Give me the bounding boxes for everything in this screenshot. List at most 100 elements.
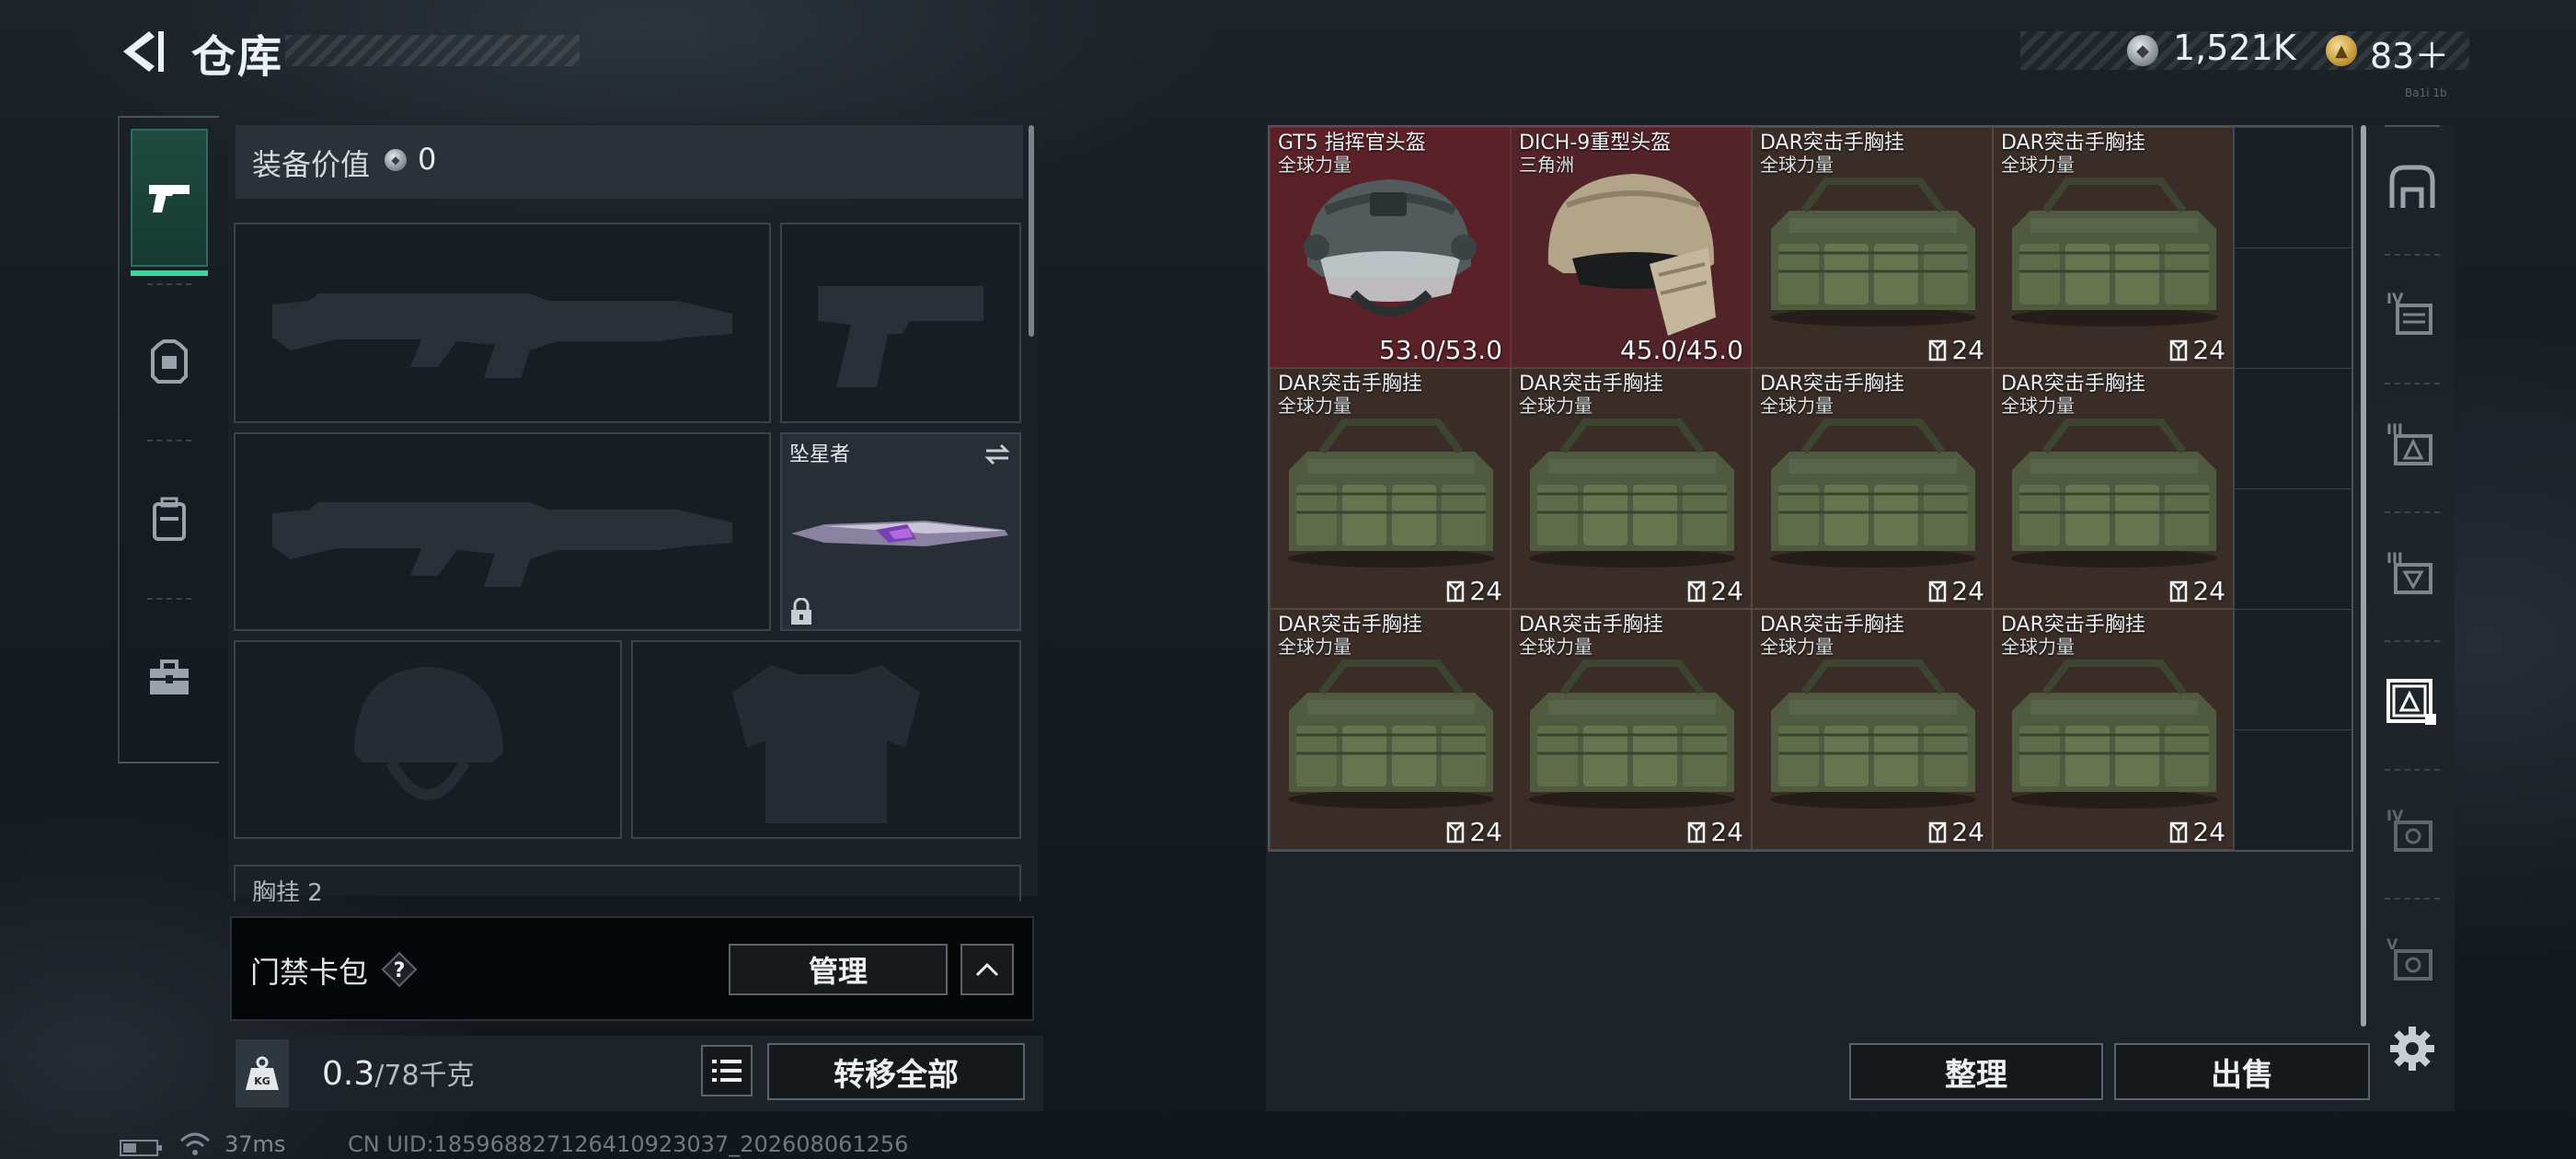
weight-icon: KG [246, 1056, 279, 1090]
filter-tier3-rig[interactable]: III [2383, 416, 2442, 475]
sell-button[interactable]: 出售 [2114, 1043, 2370, 1100]
battery-icon [120, 1140, 162, 1156]
equipment-scrollbar[interactable] [1029, 125, 1034, 337]
capacity-icon [1688, 821, 1706, 843]
swap-icon[interactable] [983, 442, 1012, 467]
stash-item-chest-rig[interactable]: DAR突击手胸挂 全球力量 24 [1993, 368, 2234, 609]
sidearm-slot[interactable] [780, 223, 1021, 423]
capacity-icon [1447, 821, 1465, 843]
item-name: DICH-9重型头盔 [1519, 132, 1672, 155]
filter-tier4-backpack[interactable]: IV [2383, 802, 2442, 861]
item-durability: 45.0/45.0 [1619, 335, 1743, 365]
capacity-icon [1929, 821, 1947, 843]
helmet-dich-image [1547, 174, 1716, 336]
item-capacity: 24 [1686, 817, 1743, 847]
item-faction: 全球力量 [1760, 154, 1834, 176]
item-capacity: 24 [2168, 335, 2225, 365]
stash-scrollbar[interactable] [2361, 125, 2366, 1027]
weight-capacity: /78千克 [374, 1060, 475, 1092]
expand-button[interactable] [960, 944, 1014, 995]
lock-icon [791, 598, 811, 625]
weight-value: 0.3/78千克 [322, 1052, 475, 1093]
chest-rig-section[interactable]: 胸挂 2 [234, 865, 1021, 901]
stash-item-chest-rig[interactable]: DAR突击手胸挂 全球力量 24 [1270, 609, 1511, 850]
tier-3-rig-filter-icon-2: III [2386, 549, 2432, 594]
settings-button[interactable] [2383, 1019, 2442, 1078]
rig-filter-selected-icon [2386, 679, 2436, 725]
item-capacity: 24 [1445, 576, 1502, 606]
help-button[interactable]: ? [381, 951, 418, 988]
primary-weapon-slot-1[interactable] [234, 223, 771, 423]
item-capacity-value: 24 [2192, 817, 2225, 847]
helmet-slot[interactable] [234, 640, 622, 839]
primary-weapon-slot-2[interactable] [234, 432, 771, 631]
item-faction: 全球力量 [1760, 636, 1834, 658]
equipment-value-amount: 0 [418, 142, 437, 177]
category-case[interactable] [131, 609, 208, 747]
body-armor-slot[interactable] [631, 640, 1021, 839]
stash-item-chest-rig[interactable]: DAR突击手胸挂 全球力量 24 [1752, 127, 1993, 368]
item-faction: 全球力量 [1760, 395, 1834, 417]
item-faction: 全球力量 [1519, 636, 1593, 658]
filter-tier5-backpack[interactable]: V [2383, 931, 2442, 990]
filter-tier4-armor[interactable]: IV [2383, 285, 2442, 344]
stash-item-chest-rig[interactable]: DAR突击手胸挂 全球力量 24 [1993, 609, 2234, 850]
stash-item-chest-rig[interactable]: DAR突击手胸挂 全球力量 24 [1752, 368, 1993, 609]
chest-rig-image [2011, 178, 2217, 327]
stash-item-helmet[interactable]: GT5 指挥官头盔 全球力量 53.0/53.0 [1270, 127, 1511, 368]
filter-rig-selected[interactable] [2383, 673, 2442, 732]
chest-rig-image [1770, 660, 1976, 809]
chest-rig-image [2011, 419, 2217, 568]
capacity-icon [1688, 580, 1706, 602]
filter-separator [2385, 383, 2440, 384]
capacity-icon [2170, 339, 2188, 361]
filter-separator [2385, 898, 2440, 900]
chest-rig-image [1529, 660, 1735, 809]
keycard-wallet-label: 门禁卡包 [250, 955, 369, 990]
item-capacity: 24 [1927, 576, 1984, 606]
item-faction: 全球力量 [2001, 636, 2075, 658]
back-arrow-icon [123, 31, 164, 72]
tier-5-backpack-filter-icon: V [2386, 935, 2432, 981]
stash-item-chest-rig[interactable]: DAR突击手胸挂 全球力量 24 [1511, 609, 1752, 850]
stash-item-chest-rig[interactable]: DAR突击手胸挂 全球力量 24 [1752, 609, 1993, 850]
filter-safe-box[interactable] [2383, 158, 2442, 217]
sort-button[interactable]: 整理 [1849, 1043, 2103, 1100]
filter-tier3-rig-2[interactable]: III [2383, 545, 2442, 603]
rail-separator [147, 598, 191, 600]
helmet-gt5-image [1304, 179, 1477, 316]
list-view-button[interactable] [701, 1045, 753, 1096]
item-capacity-value: 24 [1951, 576, 1984, 606]
melee-slot[interactable]: 坠星者 [780, 432, 1021, 631]
chest-rig-image [1288, 419, 1494, 568]
transfer-all-button[interactable]: 转移全部 [767, 1043, 1025, 1100]
weight-current: 0.3 [322, 1055, 375, 1093]
item-capacity-value: 24 [2192, 576, 2225, 606]
stash-item-helmet[interactable]: DICH-9重型头盔 三角洲 45.0/45.0 [1511, 127, 1752, 368]
item-name: DAR突击手胸挂 [1278, 373, 1422, 396]
chest-rig-image [1288, 660, 1494, 809]
category-weapons[interactable] [131, 129, 208, 267]
category-armor[interactable] [131, 293, 208, 430]
stash-item-chest-rig[interactable]: DAR突击手胸挂 全球力量 24 [1511, 368, 1752, 609]
chest-rig-image [1770, 178, 1976, 327]
stash-item-chest-rig[interactable]: DAR突击手胸挂 全球力量 24 [1270, 368, 1511, 609]
item-faction: 全球力量 [2001, 154, 2075, 176]
item-capacity: 24 [1686, 576, 1743, 606]
manage-button[interactable]: 管理 [729, 944, 948, 995]
category-backpack[interactable] [131, 451, 208, 589]
equipment-value-label: 装备价值 [252, 147, 371, 182]
item-faction: 全球力量 [1278, 154, 1351, 176]
item-capacity-value: 24 [1469, 576, 1502, 606]
filter-rail-top [2385, 125, 2440, 127]
safe-box-icon [2389, 165, 2435, 208]
page-title: 仓库 [191, 31, 284, 83]
gold-amount[interactable]: 83＋ [2370, 28, 2449, 78]
stash-item-chest-rig[interactable]: DAR突击手胸挂 全球力量 24 [1993, 127, 2234, 368]
version-tag: Ba1i 1b [2405, 86, 2447, 99]
back-button[interactable] [118, 28, 169, 75]
item-faction: 三角洲 [1519, 154, 1574, 176]
silver-amount: 1,521K [2173, 28, 2296, 68]
item-capacity: 24 [1927, 817, 1984, 847]
title-decoration [285, 35, 580, 66]
